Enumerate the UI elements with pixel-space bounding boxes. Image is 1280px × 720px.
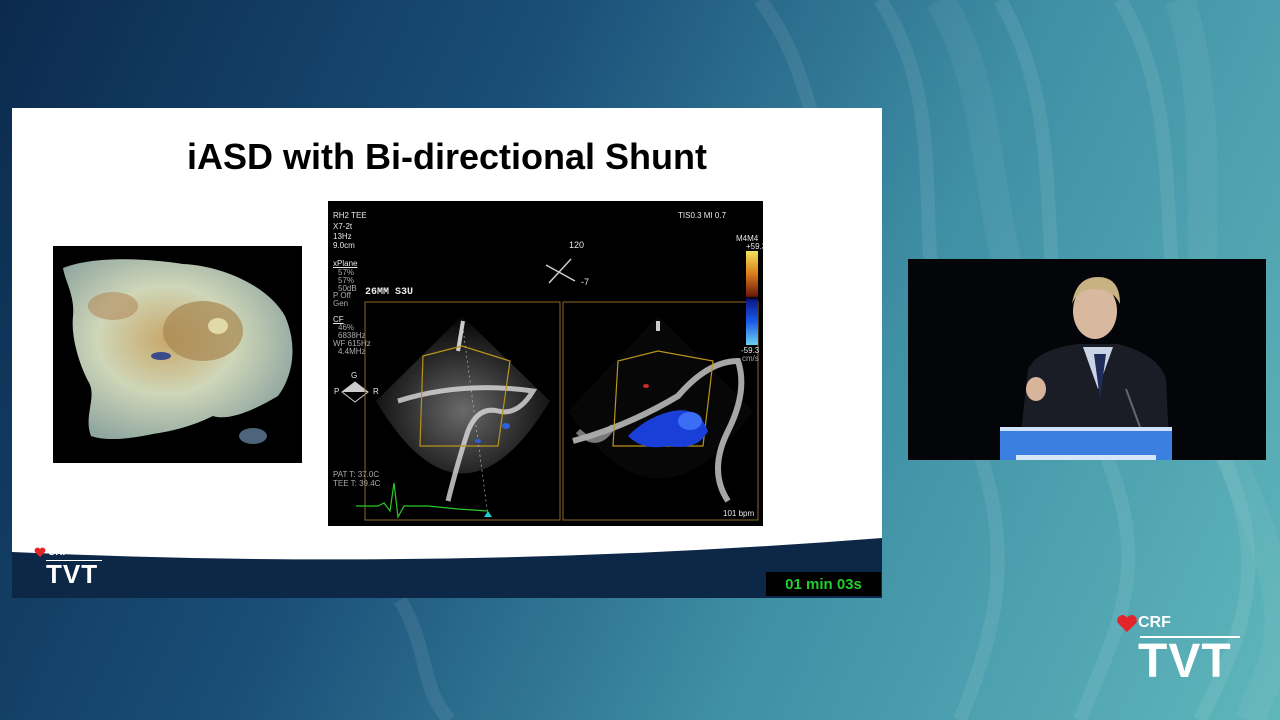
tvt-text: TVT [46, 559, 99, 589]
slide-title: iASD with Bi-directional Shunt [187, 136, 707, 177]
presentation-slide: iASD with Bi-directional Shunt RH2 TEE X… [12, 108, 882, 598]
crf-tvt-logo-large: CRF TVT [1110, 612, 1260, 692]
crf-text: CRF [48, 547, 69, 558]
scale-unit: cm/s [742, 354, 759, 363]
tee-echo-image: RH2 TEE X7-2t 13Hz 9.0cm TIS0.3 MI 0.7 x… [328, 201, 763, 526]
3d-echo-image [53, 246, 302, 463]
slide-footer-band [12, 538, 882, 598]
tvt-text-large: TVT [1138, 635, 1232, 688]
crf-tvt-logo-small: CRF TVT [32, 547, 112, 589]
echo-scan-panels [356, 301, 759, 521]
speaker-video [908, 259, 1266, 460]
heart-rate: 101 bpm [723, 509, 755, 518]
heart-icon [1117, 615, 1137, 633]
scale-top: +59.3 [746, 242, 763, 251]
velocity-color-scale [746, 251, 758, 345]
heart-icon [34, 547, 46, 557]
session-timer: 01 min 03s [766, 572, 881, 596]
crf-text-large: CRF [1138, 614, 1171, 631]
